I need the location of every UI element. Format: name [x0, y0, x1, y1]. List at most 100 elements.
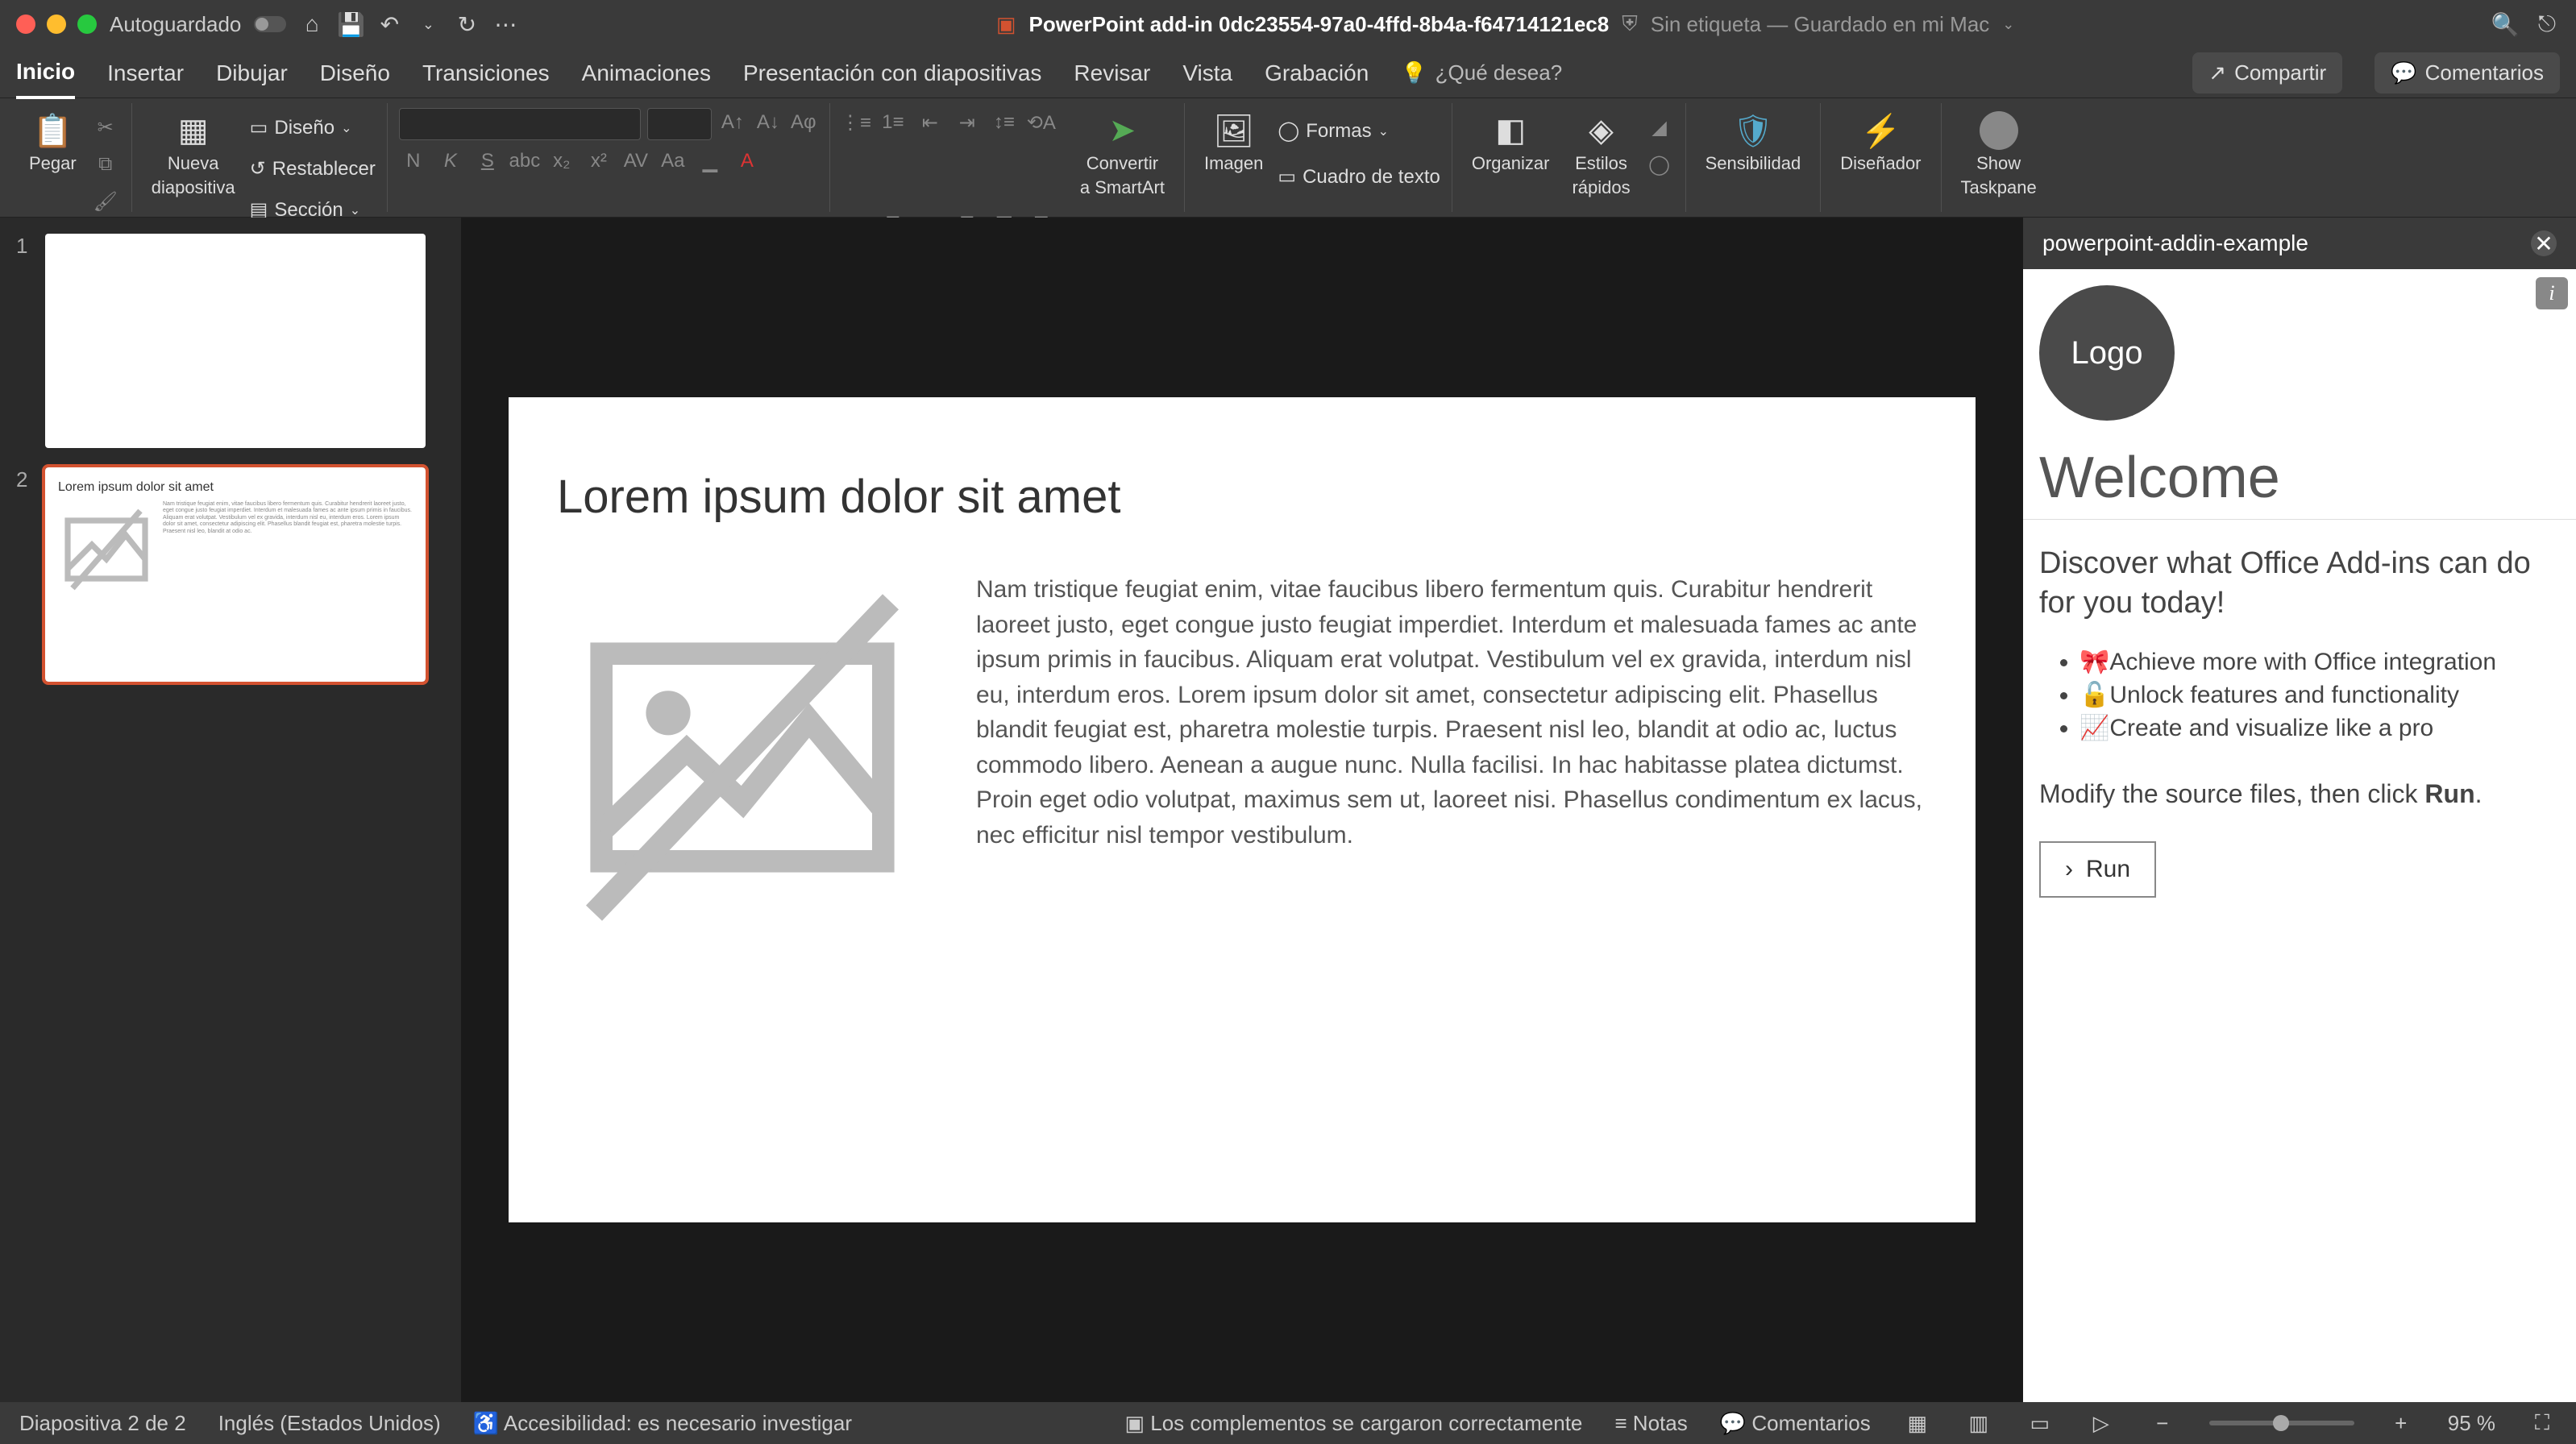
- italic-button[interactable]: K: [436, 147, 465, 176]
- shape-outline-icon[interactable]: ◯: [1645, 150, 1674, 179]
- addins-status[interactable]: ▣ Los complementos se cargaron correctam…: [1124, 1411, 1582, 1436]
- undo-icon[interactable]: ↶: [376, 11, 402, 37]
- font-family-select[interactable]: [399, 108, 641, 140]
- slide-thumb-1[interactable]: [45, 234, 426, 448]
- thumb-preview: Lorem ipsum dolor sit amet Nam tristique…: [45, 467, 426, 682]
- comments-status-button[interactable]: 💬 Comentarios: [1720, 1411, 1871, 1436]
- reset-icon: ↺: [250, 157, 266, 180]
- ribbon-options-icon[interactable]: ⎋: [2534, 11, 2560, 37]
- paste-button[interactable]: 📋 Pegar: [21, 108, 85, 177]
- grow-font-icon[interactable]: A↑: [718, 108, 747, 137]
- fit-to-window-icon[interactable]: ⛶: [2528, 1409, 2557, 1438]
- close-window[interactable]: [16, 15, 35, 34]
- taskpane-body: i Logo Welcome Discover what Office Add-…: [2023, 269, 2576, 1402]
- designer-button[interactable]: ⚡ Diseñador: [1832, 108, 1929, 177]
- subscript-icon[interactable]: x₂: [547, 147, 576, 176]
- font-size-select[interactable]: [647, 108, 712, 140]
- slideshow-view-icon[interactable]: ▷: [2087, 1409, 2116, 1438]
- shapes-button[interactable]: ◯Formas⌄: [1278, 116, 1440, 146]
- document-status[interactable]: Sin etiqueta — Guardado en mi Mac: [1651, 12, 1990, 37]
- underline-button[interactable]: S: [473, 147, 502, 176]
- sensitivity-button[interactable]: 🛡 Sensibilidad: [1697, 108, 1809, 177]
- outdent-icon[interactable]: ⇤: [916, 108, 945, 137]
- notes-icon: ≡: [1614, 1411, 1632, 1435]
- tab-inicio[interactable]: Inicio: [16, 48, 75, 99]
- autosave-toggle[interactable]: [254, 16, 286, 32]
- redo-icon[interactable]: ↻: [454, 11, 480, 37]
- tab-transiciones[interactable]: Transiciones: [422, 49, 550, 98]
- text-direction-icon[interactable]: ⟲A: [1027, 108, 1056, 137]
- shape-fill-icon[interactable]: ◢: [1645, 113, 1674, 142]
- tab-revisar[interactable]: Revisar: [1074, 49, 1150, 98]
- quick-styles-button[interactable]: ◈ Estilos rápidos: [1564, 108, 1638, 201]
- minimize-window[interactable]: [47, 15, 66, 34]
- language-status[interactable]: Inglés (Estados Unidos): [218, 1411, 441, 1436]
- image-placeholder[interactable]: [557, 572, 928, 943]
- image-button[interactable]: 🖼 Imagen: [1196, 108, 1271, 177]
- slide-thumbnails: 1 2 Lorem ipsum dolor sit amet Nam trist…: [0, 218, 461, 1402]
- superscript-icon[interactable]: x²: [584, 147, 613, 176]
- arrange-button[interactable]: ◧ Organizar: [1464, 108, 1558, 177]
- share-icon: ↗: [2208, 60, 2226, 85]
- numbering-icon[interactable]: 1≡: [879, 108, 908, 137]
- close-icon[interactable]: ✕: [2531, 230, 2557, 256]
- highlight-icon[interactable]: ▁: [696, 147, 725, 176]
- zoom-slider[interactable]: [2209, 1421, 2354, 1425]
- home-icon[interactable]: ⌂: [299, 11, 325, 37]
- slide-body-text[interactable]: Nam tristique feugiat enim, vitae faucib…: [976, 572, 1927, 943]
- zoom-in-icon[interactable]: +: [2387, 1409, 2416, 1438]
- maximize-window[interactable]: [77, 15, 97, 34]
- line-spacing-icon[interactable]: ↕≡: [990, 108, 1019, 137]
- slide-position[interactable]: Diapositiva 2 de 2: [19, 1411, 186, 1436]
- slide-title[interactable]: Lorem ipsum dolor sit amet: [557, 470, 1927, 524]
- share-button[interactable]: ↗ Compartir: [2192, 52, 2342, 93]
- ribbon-tabs: Inicio Insertar Dibujar Diseño Transicio…: [0, 48, 2576, 98]
- info-icon[interactable]: i: [2536, 277, 2568, 309]
- bold-button[interactable]: N: [399, 147, 428, 176]
- show-taskpane-button[interactable]: Show Taskpane: [1953, 108, 2045, 201]
- more-icon[interactable]: ⋯: [492, 11, 518, 37]
- tab-vista[interactable]: Vista: [1182, 49, 1232, 98]
- indent-icon[interactable]: ⇥: [953, 108, 982, 137]
- shrink-font-icon[interactable]: A↓: [754, 108, 783, 137]
- sorter-view-icon[interactable]: ▥: [1964, 1409, 1993, 1438]
- search-icon[interactable]: 🔍: [2492, 11, 2518, 37]
- tab-presentacion[interactable]: Presentación con diapositivas: [743, 49, 1041, 98]
- layout-button[interactable]: ▭Diseño⌄: [250, 113, 376, 143]
- comments-button[interactable]: 💬 Comentarios: [2374, 52, 2560, 93]
- cut-icon[interactable]: ✂: [91, 113, 120, 142]
- tab-diseno[interactable]: Diseño: [320, 49, 390, 98]
- font-color-icon[interactable]: A: [733, 147, 762, 176]
- accessibility-status[interactable]: ♿ Accesibilidad: es necesario investigar: [473, 1411, 852, 1436]
- normal-view-icon[interactable]: ▦: [1903, 1409, 1932, 1438]
- chevron-down-icon[interactable]: ⌄: [2002, 16, 2014, 33]
- tab-insertar[interactable]: Insertar: [107, 49, 184, 98]
- char-spacing-icon[interactable]: AV: [621, 147, 650, 176]
- chevron-right-icon: ›: [2065, 856, 2073, 883]
- reset-button[interactable]: ↺Restablecer: [250, 154, 376, 184]
- save-icon[interactable]: 💾: [338, 11, 364, 37]
- zoom-level[interactable]: 95 %: [2448, 1411, 2495, 1436]
- format-painter-icon[interactable]: 🖌: [91, 187, 120, 216]
- textbox-button[interactable]: ▭Cuadro de texto: [1278, 162, 1440, 192]
- copy-icon[interactable]: ⧉: [91, 150, 120, 179]
- run-button[interactable]: › Run: [2039, 841, 2156, 898]
- notes-button[interactable]: ≡ Notas: [1614, 1411, 1687, 1436]
- slide-canvas[interactable]: Lorem ipsum dolor sit amet Nam tristique…: [461, 218, 2023, 1402]
- tab-grabacion[interactable]: Grabación: [1265, 49, 1369, 98]
- run-button-label: Run: [2086, 856, 2130, 883]
- tab-dibujar[interactable]: Dibujar: [216, 49, 288, 98]
- new-slide-button[interactable]: ▦ Nueva diapositiva: [143, 108, 243, 201]
- bullets-icon[interactable]: ⋮≡: [841, 108, 870, 137]
- slide-thumb-2[interactable]: Lorem ipsum dolor sit amet Nam tristique…: [45, 467, 426, 682]
- clear-format-icon[interactable]: Aφ: [789, 108, 818, 137]
- zoom-out-icon[interactable]: −: [2148, 1409, 2177, 1438]
- change-case-icon[interactable]: Aa: [659, 147, 688, 176]
- slide[interactable]: Lorem ipsum dolor sit amet Nam tristique…: [509, 397, 1976, 1222]
- strike-button[interactable]: abc: [510, 147, 539, 176]
- reading-view-icon[interactable]: ▭: [2025, 1409, 2055, 1438]
- tell-me[interactable]: 💡 ¿Qué desea?: [1401, 60, 1562, 85]
- undo-chevron-icon[interactable]: ⌄: [415, 11, 441, 37]
- tab-animaciones[interactable]: Animaciones: [582, 49, 711, 98]
- smartart-button[interactable]: ➤ Convertir a SmartArt: [1072, 108, 1173, 201]
